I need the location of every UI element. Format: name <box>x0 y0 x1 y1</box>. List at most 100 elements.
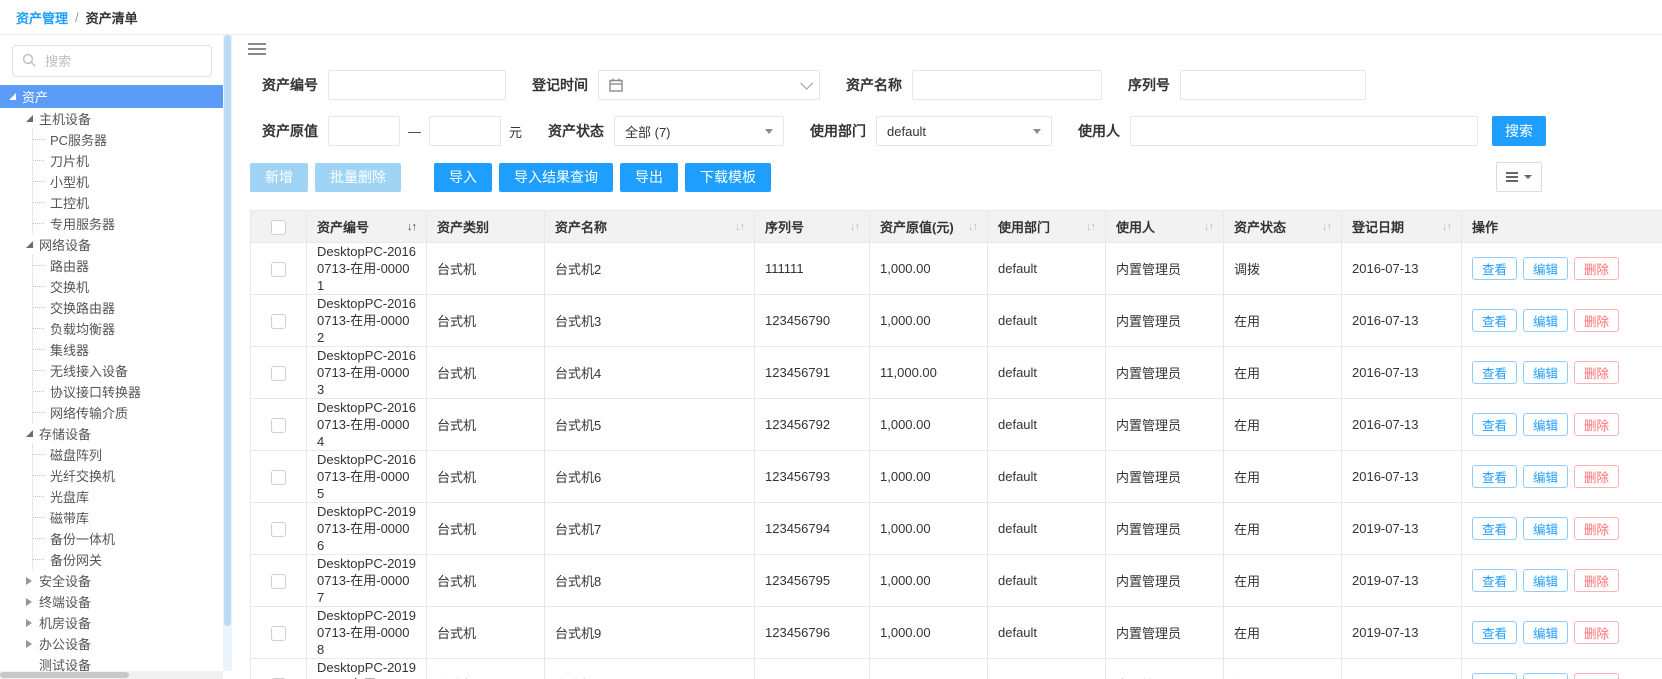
status-select[interactable]: 全部 (7) <box>614 116 784 146</box>
delete-button[interactable]: 删除 <box>1574 465 1619 488</box>
delete-button[interactable]: 删除 <box>1574 517 1619 540</box>
edit-button[interactable]: 编辑 <box>1523 361 1568 384</box>
edit-button[interactable]: 编辑 <box>1523 621 1568 644</box>
delete-button[interactable]: 删除 <box>1574 569 1619 592</box>
edit-button[interactable]: 编辑 <box>1523 413 1568 436</box>
tree-leaf[interactable]: 工控机 <box>33 192 232 213</box>
tree-leaf[interactable]: 专用服务器 <box>33 213 232 234</box>
row-checkbox[interactable] <box>271 626 286 641</box>
tree-leaf[interactable]: 负载均衡器 <box>33 318 232 339</box>
expand-icon[interactable] <box>26 241 33 248</box>
tree-leaf[interactable]: 刀片机 <box>33 150 232 171</box>
tree-group-office-devices[interactable]: 办公设备 <box>0 633 232 654</box>
row-checkbox[interactable] <box>271 366 286 381</box>
col-user[interactable]: 使用人 <box>1106 211 1224 243</box>
tree-leaf[interactable]: 路由器 <box>33 255 232 276</box>
delete-button[interactable]: 删除 <box>1574 673 1619 679</box>
sidebar-vertical-scrollbar[interactable] <box>223 35 232 671</box>
view-button[interactable]: 查看 <box>1472 361 1517 384</box>
view-button[interactable]: 查看 <box>1472 673 1517 679</box>
tree-leaf[interactable]: 备份网关 <box>33 549 232 570</box>
tree-leaf[interactable]: 小型机 <box>33 171 232 192</box>
edit-button[interactable]: 编辑 <box>1523 309 1568 332</box>
breadcrumb-home-link[interactable]: 资产管理 <box>16 8 68 27</box>
row-checkbox[interactable] <box>271 418 286 433</box>
asset-no-input[interactable] <box>328 70 506 100</box>
edit-button[interactable]: 编辑 <box>1523 517 1568 540</box>
tree-leaf[interactable]: 集线器 <box>33 339 232 360</box>
expand-icon[interactable] <box>9 93 16 100</box>
tree-group-security-devices[interactable]: 安全设备 <box>0 570 232 591</box>
tree-leaf[interactable]: 网络传输介质 <box>33 402 232 423</box>
row-checkbox[interactable] <box>271 262 286 277</box>
serial-no-input[interactable] <box>1180 70 1366 100</box>
dept-select[interactable]: default <box>876 116 1052 146</box>
delete-button[interactable]: 删除 <box>1574 361 1619 384</box>
tree-leaf[interactable]: 磁带库 <box>33 507 232 528</box>
tree-leaf[interactable]: 无线接入设备 <box>33 360 232 381</box>
collapsed-icon[interactable] <box>26 598 32 606</box>
tree-group-network-devices[interactable]: 网络设备 <box>0 234 232 255</box>
value-max-input[interactable] <box>429 116 501 146</box>
value-min-input[interactable] <box>328 116 400 146</box>
edit-button[interactable]: 编辑 <box>1523 569 1568 592</box>
tree-group-storage-devices[interactable]: 存储设备 <box>0 423 232 444</box>
col-original-value[interactable]: 资产原值(元) <box>870 211 988 243</box>
tree-leaf[interactable]: 交换机 <box>33 276 232 297</box>
tree-root-asset[interactable]: 资产 <box>0 85 232 108</box>
tree-leaf[interactable]: 备份一体机 <box>33 528 232 549</box>
asset-name-input[interactable] <box>912 70 1102 100</box>
tree-leaf[interactable]: 协议接口转换器 <box>33 381 232 402</box>
view-toggle-button[interactable] <box>1496 162 1542 192</box>
export-button[interactable]: 导出 <box>620 163 678 192</box>
collapsed-icon[interactable] <box>26 619 32 627</box>
collapsed-icon[interactable] <box>26 577 32 585</box>
tree-leaf[interactable]: 光纤交换机 <box>33 465 232 486</box>
select-all-checkbox[interactable] <box>271 220 286 235</box>
scrollbar-thumb[interactable] <box>224 35 231 626</box>
import-result-button[interactable]: 导入结果查询 <box>499 163 613 192</box>
col-asset-no[interactable]: 资产编号 <box>307 211 427 243</box>
view-button[interactable]: 查看 <box>1472 257 1517 280</box>
collapsed-icon[interactable] <box>26 640 32 648</box>
tree-group-host-devices[interactable]: 主机设备 <box>0 108 232 129</box>
sidebar-horizontal-scrollbar[interactable] <box>0 671 223 679</box>
edit-button[interactable]: 编辑 <box>1523 257 1568 280</box>
batch-delete-button[interactable]: 批量删除 <box>315 163 401 192</box>
tree-leaf[interactable]: PC服务器 <box>33 129 232 150</box>
register-time-input[interactable] <box>598 70 820 100</box>
col-register-date[interactable]: 登记日期 <box>1342 211 1462 243</box>
tree-group-machine-room-devices[interactable]: 机房设备 <box>0 612 232 633</box>
view-button[interactable]: 查看 <box>1472 309 1517 332</box>
tree-leaf[interactable]: 交换路由器 <box>33 297 232 318</box>
row-checkbox[interactable] <box>271 574 286 589</box>
download-template-button[interactable]: 下载模板 <box>685 163 771 192</box>
delete-button[interactable]: 删除 <box>1574 257 1619 280</box>
view-button[interactable]: 查看 <box>1472 465 1517 488</box>
expand-icon[interactable] <box>26 430 33 437</box>
row-checkbox[interactable] <box>271 314 286 329</box>
collapse-sidebar-icon[interactable] <box>248 41 268 60</box>
delete-button[interactable]: 删除 <box>1574 621 1619 644</box>
edit-button[interactable]: 编辑 <box>1523 673 1568 679</box>
col-serial-no[interactable]: 序列号 <box>755 211 870 243</box>
scrollbar-thumb[interactable] <box>0 672 129 678</box>
tree-leaf[interactable]: 光盘库 <box>33 486 232 507</box>
edit-button[interactable]: 编辑 <box>1523 465 1568 488</box>
delete-button[interactable]: 删除 <box>1574 309 1619 332</box>
col-asset-status[interactable]: 资产状态 <box>1224 211 1342 243</box>
tree-group-terminal-devices[interactable]: 终端设备 <box>0 591 232 612</box>
add-button[interactable]: 新增 <box>250 163 308 192</box>
row-checkbox[interactable] <box>271 470 286 485</box>
view-button[interactable]: 查看 <box>1472 413 1517 436</box>
view-button[interactable]: 查看 <box>1472 517 1517 540</box>
tree-leaf[interactable]: 磁盘阵列 <box>33 444 232 465</box>
view-button[interactable]: 查看 <box>1472 569 1517 592</box>
view-button[interactable]: 查看 <box>1472 621 1517 644</box>
row-checkbox[interactable] <box>271 522 286 537</box>
expand-icon[interactable] <box>26 115 33 122</box>
col-use-dept[interactable]: 使用部门 <box>988 211 1106 243</box>
col-asset-name[interactable]: 资产名称 <box>545 211 755 243</box>
search-button[interactable]: 搜索 <box>1492 116 1546 146</box>
sidebar-search-input[interactable] <box>12 45 212 77</box>
